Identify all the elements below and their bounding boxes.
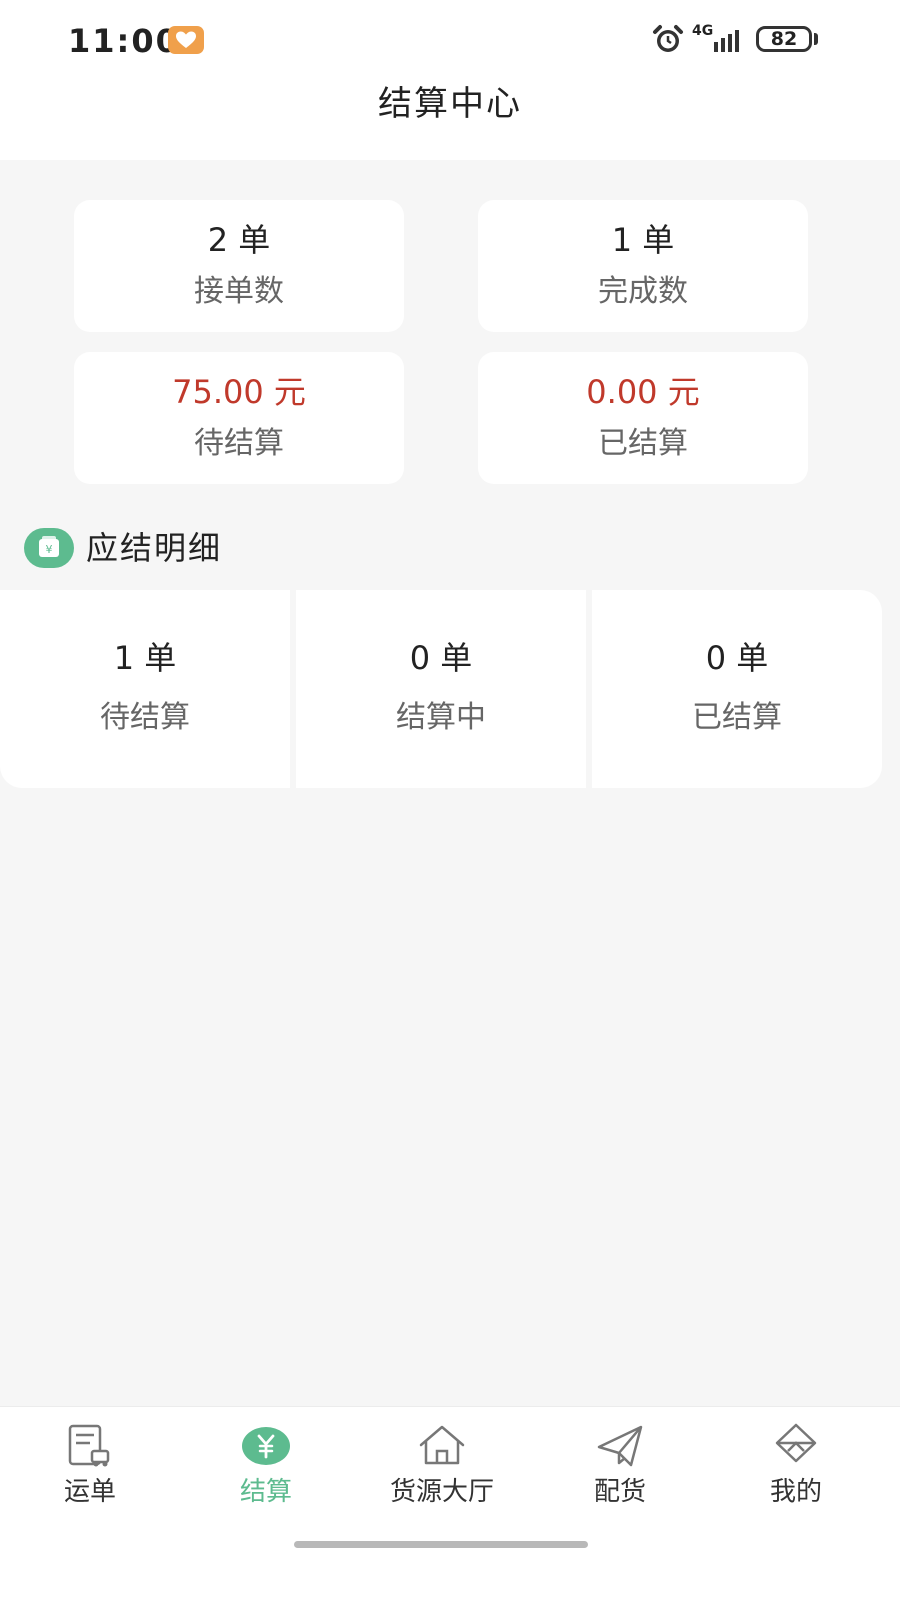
yuan-icon bbox=[241, 1421, 291, 1471]
detail-stat-label: 已结算 bbox=[692, 700, 782, 735]
settled-amount-label: 已结算 bbox=[598, 426, 688, 461]
page-title: 结算中心 bbox=[378, 84, 522, 124]
nav-label-profile: 我的 bbox=[769, 1477, 822, 1507]
orders-received-card[interactable]: 2 单 接单数 bbox=[74, 200, 404, 332]
pending-amount-label: 待结算 bbox=[194, 426, 284, 461]
waybill-icon bbox=[65, 1421, 115, 1471]
orders-received-label: 接单数 bbox=[194, 274, 284, 309]
orders-received-value: 2 单 bbox=[207, 221, 271, 259]
nav-label-waybill: 运单 bbox=[63, 1477, 116, 1507]
detail-stat-in-progress[interactable]: 0 单 结算中 bbox=[296, 590, 586, 788]
status-time: 11:00 bbox=[68, 22, 180, 60]
settled-amount-value: 0.00 元 bbox=[586, 373, 700, 411]
nav-item-waybill[interactable]: 运单 bbox=[0, 1407, 180, 1527]
detail-stat-settled[interactable]: 0 单 已结算 bbox=[592, 590, 882, 788]
header: 结算中心 bbox=[0, 82, 900, 160]
nav-item-cargo-hall[interactable]: 货源大厅 bbox=[352, 1407, 532, 1527]
signal-icon bbox=[712, 28, 744, 56]
home-indicator bbox=[294, 1541, 588, 1548]
orders-completed-label: 完成数 bbox=[598, 274, 688, 309]
nav-label-dispatch: 配货 bbox=[593, 1477, 646, 1507]
pending-amount-card[interactable]: 75.00 元 待结算 bbox=[74, 352, 404, 484]
bottom-nav: 运单 结算 货源大厅 配货 我的 bbox=[0, 1406, 900, 1601]
svg-text:¥: ¥ bbox=[46, 543, 53, 556]
battery-tip bbox=[814, 33, 818, 45]
profile-icon bbox=[771, 1421, 821, 1471]
alarm-icon bbox=[652, 24, 684, 58]
detail-stat-value: 0 单 bbox=[409, 639, 473, 677]
nav-item-dispatch[interactable]: 配货 bbox=[530, 1407, 710, 1527]
pending-amount-value: 75.00 元 bbox=[172, 373, 306, 411]
paper-plane-icon bbox=[595, 1421, 645, 1471]
nav-item-profile[interactable]: 我的 bbox=[706, 1407, 886, 1527]
settled-amount-card[interactable]: 0.00 元 已结算 bbox=[478, 352, 808, 484]
detail-stat-value: 0 单 bbox=[705, 639, 769, 677]
nav-label-settlement: 结算 bbox=[239, 1477, 292, 1507]
nav-label-cargo-hall: 货源大厅 bbox=[389, 1477, 494, 1507]
status-bar: 11:00 4G 82 bbox=[0, 0, 900, 82]
house-icon bbox=[417, 1421, 467, 1471]
detail-stat-value: 1 单 bbox=[113, 639, 177, 677]
wallet-icon: ¥ bbox=[24, 528, 74, 568]
network-type-label: 4G bbox=[692, 23, 714, 39]
battery-indicator: 82 bbox=[756, 26, 812, 52]
section-title: 应结明细 bbox=[86, 529, 223, 567]
detail-stat-label: 待结算 bbox=[100, 700, 190, 735]
nav-item-settlement[interactable]: 结算 bbox=[176, 1407, 356, 1527]
orders-completed-value: 1 单 bbox=[611, 221, 675, 259]
orders-completed-card[interactable]: 1 单 完成数 bbox=[478, 200, 808, 332]
detail-stats-row: 1 单 待结算 0 单 结算中 0 单 已结算 bbox=[0, 590, 882, 788]
detail-stat-label: 结算中 bbox=[396, 700, 486, 735]
heart-app-icon bbox=[168, 26, 204, 54]
detail-stat-pending[interactable]: 1 单 待结算 bbox=[0, 590, 290, 788]
